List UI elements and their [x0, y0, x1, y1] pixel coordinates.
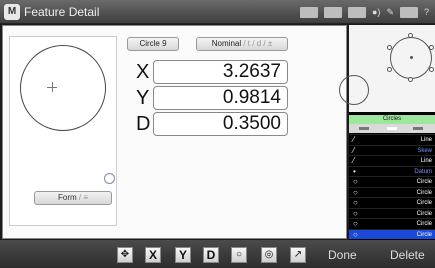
y-toggle[interactable]: Y	[175, 247, 191, 263]
probe-point	[429, 67, 434, 72]
probe-point	[387, 67, 392, 72]
list-item-label: Circle	[416, 231, 432, 238]
d-axis-label: D	[136, 113, 151, 135]
list-item[interactable]: ○ Circle	[349, 218, 435, 229]
feature-list-tabs[interactable]	[349, 124, 435, 133]
display-icon[interactable]	[300, 6, 318, 18]
form-button-label: Form	[57, 193, 77, 202]
y-value-field[interactable]: 0.9814	[153, 86, 288, 110]
app-logo: M	[4, 4, 20, 20]
list-item-label: Circle	[416, 189, 432, 196]
list-item[interactable]: ○ Circle	[349, 197, 435, 208]
circle-icon	[104, 173, 115, 184]
list-item[interactable]: ○ Circle	[349, 228, 435, 239]
chart-icon[interactable]	[324, 6, 342, 18]
feature-list: Circles ⁄ Line ⁄ Skew ⁄ Line • Datum ○ Circle ○ Cir…	[349, 112, 435, 240]
delete-button[interactable]: Delete	[390, 248, 425, 262]
circle-preview	[20, 45, 106, 131]
bottom-toolbar: ✥ X Y D ○ ◎ ↗ Done Delete	[0, 240, 435, 268]
point-icon: •	[353, 166, 356, 176]
list-item[interactable]: • Datum	[349, 165, 435, 177]
probe-point	[408, 77, 413, 82]
feature-name-button[interactable]: Circle 9	[127, 37, 179, 51]
x-value-field[interactable]: 3.2637	[153, 60, 288, 84]
circle-icon: ○	[353, 208, 358, 218]
concentric-icon[interactable]: ◎	[261, 247, 277, 263]
line-icon: ⁄	[353, 135, 355, 144]
circle-icon[interactable]: ○	[231, 247, 247, 263]
form-button-suffix: / ≡	[78, 193, 89, 202]
feature-list-header: Circles	[349, 115, 435, 124]
battery-icon	[399, 6, 418, 18]
line-icon: ⁄	[353, 145, 355, 155]
help-icon[interactable]: ?	[424, 5, 429, 19]
circle-icon: ○	[353, 219, 358, 228]
list-item-label: Skew	[417, 147, 432, 154]
partial-circle	[339, 75, 369, 105]
list-item-label: Circle	[416, 221, 432, 227]
y-axis-label: Y	[136, 87, 150, 109]
nominal-label: Nominal	[211, 39, 242, 48]
x-axis-label: X	[136, 61, 150, 83]
arrow-icon[interactable]: ↗	[290, 247, 306, 263]
circle-icon: ○	[353, 187, 358, 197]
circle-icon: ○	[353, 229, 358, 239]
list-item-label: Line	[420, 158, 432, 164]
list-item-label: Datum	[414, 168, 432, 175]
d-value-field[interactable]: 0.3500	[153, 112, 288, 136]
probe-point	[429, 45, 434, 50]
list-item[interactable]: ⁄ Skew	[349, 144, 435, 156]
tab-indicator[interactable]	[413, 127, 423, 130]
circle-icon: ○	[353, 198, 358, 207]
form-panel: Form / ≡	[9, 36, 117, 226]
form-button[interactable]: Form / ≡	[34, 191, 112, 205]
list-item[interactable]: ○ Circle	[349, 207, 435, 219]
center-point	[410, 56, 413, 59]
list-item[interactable]: ○ Circle	[349, 176, 435, 187]
grid-icon[interactable]	[348, 6, 366, 18]
tab-indicator[interactable]	[387, 127, 397, 130]
nominal-suffix: / t / d / ±	[243, 39, 273, 48]
probe-point	[408, 33, 413, 38]
record-icon[interactable]: ●)	[372, 5, 380, 19]
list-item-label: Line	[420, 137, 432, 143]
list-item[interactable]: ⁄ Line	[349, 155, 435, 166]
list-item-label: Circle	[416, 200, 432, 206]
x-toggle[interactable]: X	[145, 247, 161, 263]
done-button[interactable]: Done	[328, 248, 357, 262]
wrench-icon[interactable]: ✎	[386, 5, 394, 19]
line-icon: ⁄	[353, 156, 355, 165]
list-item[interactable]: ⁄ Line	[349, 134, 435, 145]
list-item-label: Circle	[416, 179, 432, 185]
part-view[interactable]	[339, 25, 435, 112]
move-icon[interactable]: ✥	[117, 247, 133, 263]
center-cross-icon-vertical	[52, 82, 53, 92]
list-item-label: Circle	[416, 210, 432, 217]
window-title: Feature Detail	[24, 5, 100, 19]
circle-icon: ○	[353, 177, 358, 186]
d-toggle[interactable]: D	[203, 247, 219, 263]
nominal-button[interactable]: Nominal / t / d / ±	[196, 37, 288, 51]
title-bar-icons: ●) ✎ ?	[300, 5, 429, 19]
title-bar: M Feature Detail ●) ✎ ?	[0, 0, 435, 24]
feature-detail-dialog: Form / ≡ Circle 9 Nominal / t / d / ± X …	[2, 25, 347, 239]
tab-indicator[interactable]	[359, 127, 369, 130]
app-root: M Feature Detail ●) ✎ ? Form / ≡ Circle …	[0, 0, 435, 268]
list-item[interactable]: ○ Circle	[349, 186, 435, 198]
probe-point	[387, 45, 392, 50]
